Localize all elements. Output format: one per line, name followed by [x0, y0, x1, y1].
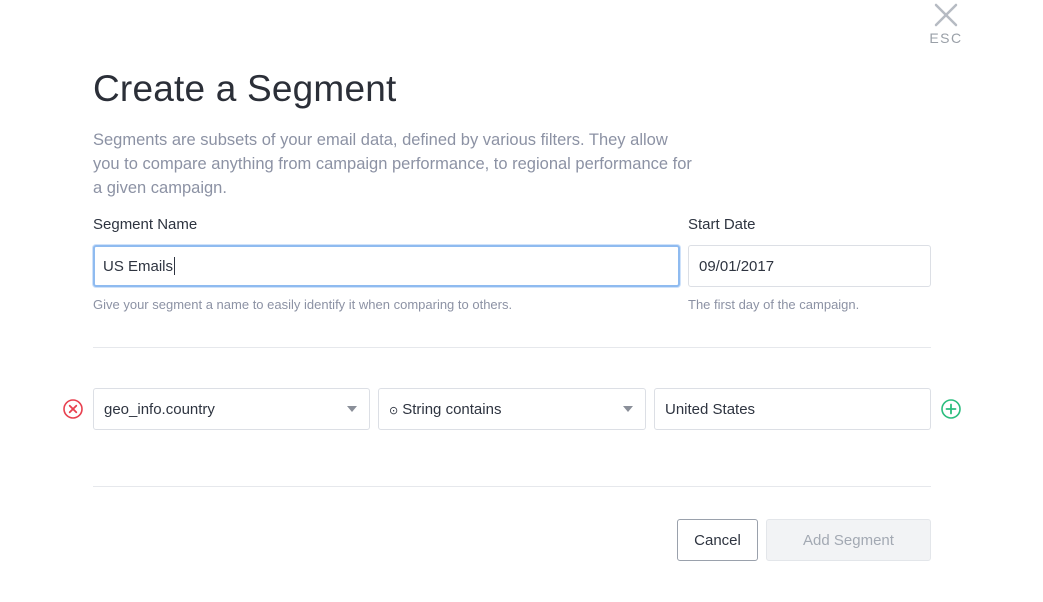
esc-label: ESC: [929, 30, 963, 46]
filter-field-value: geo_info.country: [104, 400, 215, 418]
filter-operator-value: String contains: [402, 400, 502, 418]
start-date-input[interactable]: 09/01/2017: [688, 245, 931, 287]
filter-operator-select[interactable]: ⊙ String contains: [378, 388, 646, 430]
segment-name-help: Give your segment a name to easily ident…: [93, 297, 513, 312]
page-title: Create a Segment: [93, 68, 397, 109]
start-date-value: 09/01/2017: [699, 257, 775, 275]
create-segment-modal: ESC Create a Segment Segments are subset…: [0, 0, 1043, 602]
segment-name-value: US Emails: [103, 257, 174, 275]
segment-name-input[interactable]: US Emails: [93, 245, 680, 287]
filter-value-input[interactable]: United States: [654, 388, 931, 430]
add-segment-button[interactable]: Add Segment: [766, 519, 931, 561]
add-filter-button[interactable]: [940, 398, 962, 425]
filter-operator-display: ⊙ String contains: [389, 401, 501, 418]
filter-field-select[interactable]: geo_info.country: [93, 388, 370, 430]
cancel-button[interactable]: Cancel: [677, 519, 758, 561]
close-icon: [934, 3, 958, 27]
chevron-down-icon: [623, 406, 633, 412]
remove-filter-button[interactable]: [62, 398, 84, 425]
text-caret: [174, 257, 176, 275]
page-description: Segments are subsets of your email data,…: [93, 131, 692, 197]
close-button[interactable]: ESC: [924, 0, 968, 46]
start-date-label: Start Date: [688, 216, 756, 233]
add-circle-icon: [941, 399, 961, 419]
start-date-help: The first day of the campaign.: [688, 297, 860, 312]
filter-value-text: United States: [665, 400, 756, 418]
segment-name-label: Segment Name: [93, 216, 198, 233]
divider-top: [93, 347, 931, 348]
divider-bottom: [93, 486, 931, 487]
remove-circle-icon: [63, 399, 83, 419]
chevron-down-icon: [347, 406, 357, 412]
string-operator-icon: ⊙: [389, 404, 399, 417]
